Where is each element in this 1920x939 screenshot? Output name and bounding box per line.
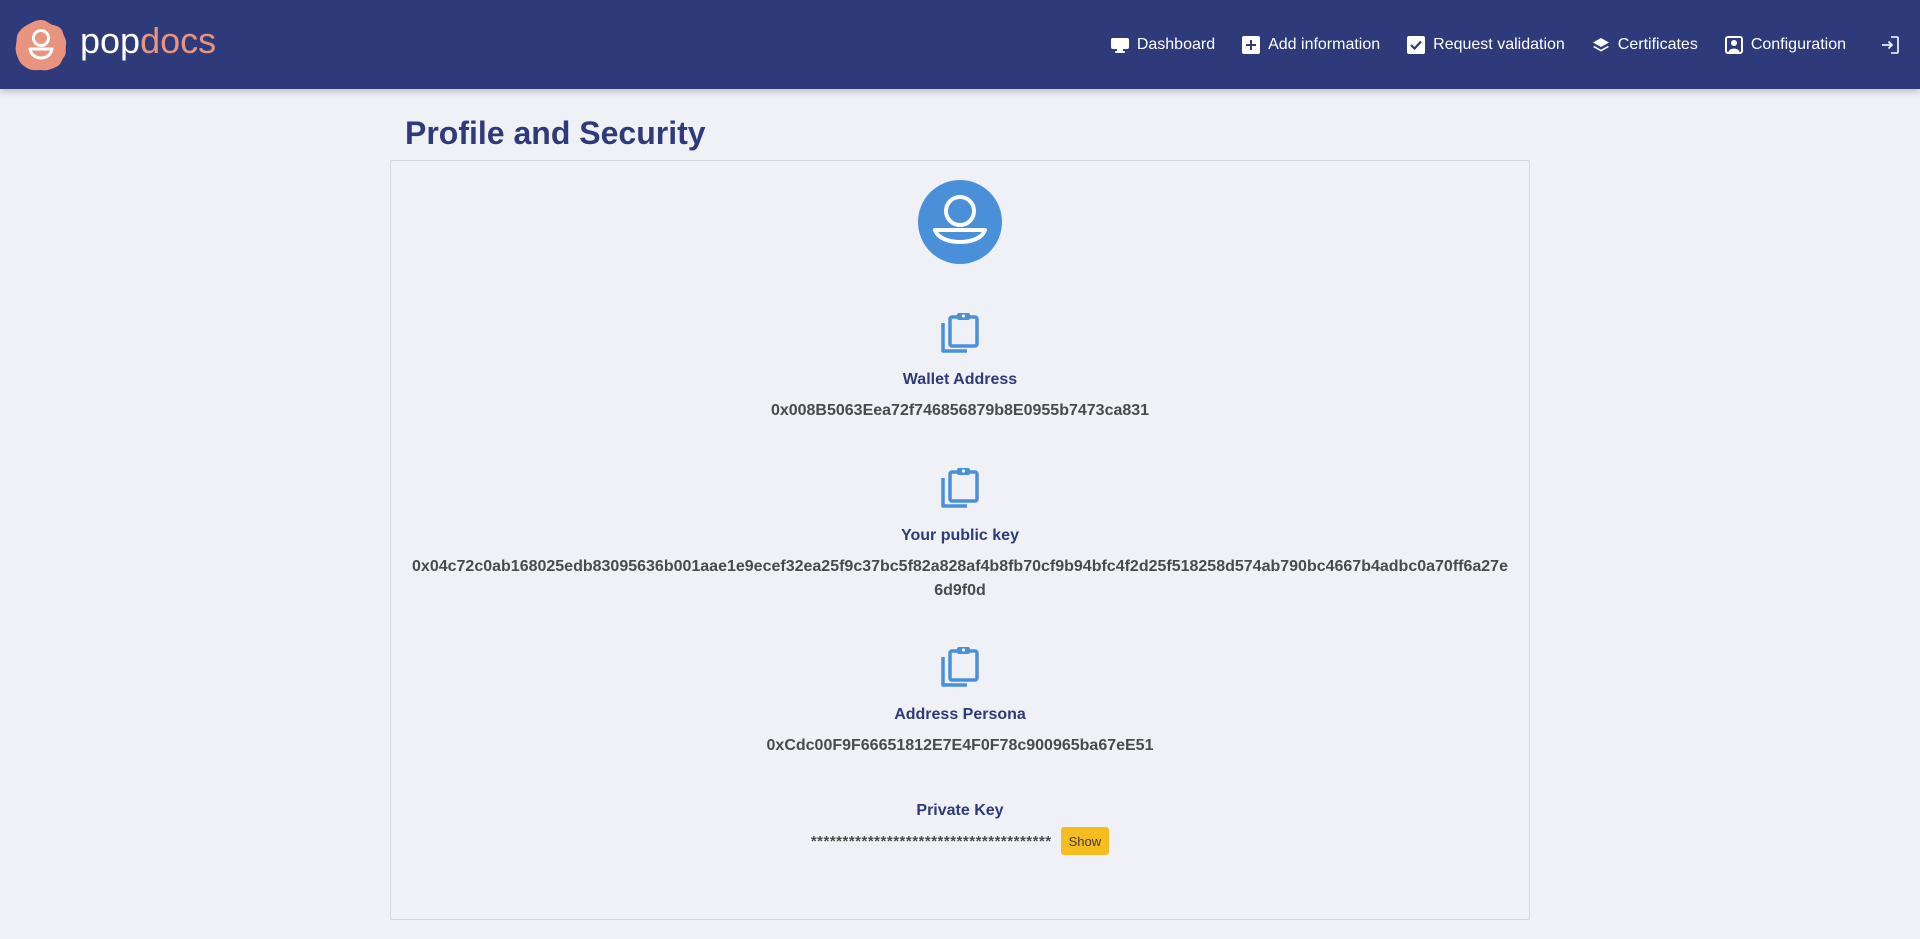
- brand-name-part2: docs: [140, 20, 217, 61]
- brand-wordmark: popdocs: [80, 23, 216, 59]
- clipboard-icon[interactable]: [939, 645, 981, 689]
- nav-item-configuration[interactable]: Configuration: [1724, 35, 1846, 54]
- private-key-label: Private Key: [916, 802, 1004, 819]
- brand-name-part1: pop: [80, 20, 141, 61]
- nav-label-add-information: Add information: [1268, 35, 1381, 53]
- nav-label-request-validation: Request validation: [1433, 35, 1565, 53]
- nav-item-add-information[interactable]: Add information: [1242, 35, 1381, 54]
- brand-logo[interactable]: popdocs: [14, 18, 216, 72]
- page-title: Profile and Security: [405, 115, 706, 151]
- nav-label-certificates: Certificates: [1617, 35, 1698, 53]
- public-key-section: Your public key 0x04c72c0ab168025edb8309…: [391, 466, 1529, 603]
- main-nav: Dashboard Add information Request valida…: [1110, 0, 1846, 89]
- wallet-address-section: Wallet Address 0x008B5063Eea72f746856879…: [391, 311, 1529, 423]
- public-key-label: Your public key: [901, 527, 1019, 544]
- private-key-masked-value: **************************************: [810, 832, 1052, 850]
- clipboard-icon[interactable]: [939, 466, 981, 510]
- plus-square-icon: [1242, 35, 1261, 54]
- wallet-address-label: Wallet Address: [902, 371, 1018, 388]
- monitor-icon: [1110, 36, 1129, 54]
- private-key-row: ************************************** S…: [391, 827, 1529, 855]
- nav-item-certificates[interactable]: Certificates: [1592, 36, 1698, 54]
- address-persona-label: Address Persona: [894, 706, 1026, 723]
- logout-icon[interactable]: [1880, 35, 1900, 55]
- nav-item-dashboard[interactable]: Dashboard: [1110, 35, 1216, 54]
- top-navigation-bar: popdocs Dashboard Add information Reques…: [0, 0, 1920, 89]
- user-circle-icon: [918, 180, 1002, 264]
- address-persona-section: Address Persona 0xCdc00F9F66651812E7E4F0…: [391, 645, 1529, 758]
- layers-icon: [1592, 36, 1610, 54]
- private-key-section: Private Key ****************************…: [391, 801, 1529, 855]
- nav-label-dashboard: Dashboard: [1136, 35, 1216, 53]
- check-square-icon: [1407, 35, 1426, 54]
- nav-label-configuration: Configuration: [1750, 35, 1846, 53]
- public-key-value: 0x04c72c0ab168025edb83095636b001aae1e9ec…: [412, 558, 1508, 599]
- show-private-key-button[interactable]: Show: [1060, 827, 1110, 855]
- clipboard-icon[interactable]: [939, 311, 981, 355]
- profile-card: Wallet Address 0x008B5063Eea72f746856879…: [390, 160, 1530, 920]
- wallet-address-value: 0x008B5063Eea72f746856879b8E0955b7473ca8…: [770, 402, 1150, 419]
- address-persona-value: 0xCdc00F9F66651812E7E4F0F78c900965ba67eE…: [766, 737, 1154, 754]
- popdocs-logo-icon: [15, 20, 67, 71]
- nav-item-request-validation[interactable]: Request validation: [1407, 35, 1565, 54]
- user-square-icon: [1724, 35, 1743, 54]
